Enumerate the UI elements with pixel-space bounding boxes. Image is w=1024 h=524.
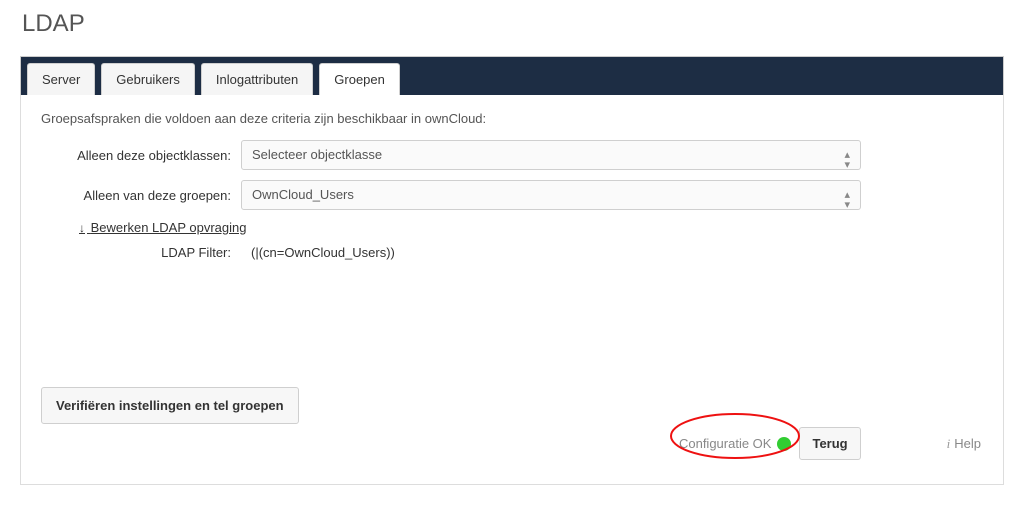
sort-icon: ▴▾ (844, 187, 850, 207)
arrow-down-icon: ↓ (79, 221, 85, 235)
status-text: Configuratie OK (679, 436, 772, 451)
tab-gebruikers[interactable]: Gebruikers (101, 63, 195, 95)
help-link[interactable]: i Help (947, 436, 981, 452)
groups-label: Alleen van deze groepen: (41, 188, 241, 203)
tab-server[interactable]: Server (27, 63, 95, 95)
intro-text: Groepsafspraken die voldoen aan deze cri… (41, 111, 983, 126)
verify-button[interactable]: Verifiëren instellingen en tel groepen (41, 387, 299, 424)
footer-controls: Configuratie OK Terug i Help (679, 427, 981, 460)
sort-icon: ▴▾ (844, 147, 850, 167)
object-classes-value: Selecteer objectklasse (252, 147, 382, 162)
object-classes-label: Alleen deze objectklassen: (41, 148, 241, 163)
groups-select[interactable]: OwnCloud_Users ▴▾ (241, 180, 861, 210)
field-object-classes: Alleen deze objectklassen: Selecteer obj… (41, 140, 983, 170)
tab-groepen[interactable]: Groepen (319, 63, 400, 95)
ldap-filter-label: LDAP Filter: (41, 245, 241, 260)
status-badge: Configuratie OK (679, 436, 792, 451)
object-classes-select[interactable]: Selecteer objectklasse ▴▾ (241, 140, 861, 170)
tabs-bar: Server Gebruikers Inlogattributen Groepe… (20, 56, 1004, 95)
edit-link-label: Bewerken LDAP opvraging (91, 220, 247, 235)
info-icon: i (947, 436, 951, 452)
tab-inlogattributen[interactable]: Inlogattributen (201, 63, 313, 95)
page-title: LDAP (22, 10, 1004, 38)
ldap-filter-value: (|(cn=OwnCloud_Users)) (241, 245, 395, 260)
status-ok-icon (777, 437, 791, 451)
back-button[interactable]: Terug (799, 427, 860, 460)
ldap-filter-row: LDAP Filter: (|(cn=OwnCloud_Users)) (41, 245, 983, 260)
groups-value: OwnCloud_Users (252, 187, 354, 202)
tab-content: Groepsafspraken die voldoen aan deze cri… (20, 95, 1004, 485)
field-groups: Alleen van deze groepen: OwnCloud_Users … (41, 180, 983, 210)
edit-ldap-query-link[interactable]: ↓ Bewerken LDAP opvraging (79, 220, 246, 235)
help-label: Help (954, 436, 981, 451)
